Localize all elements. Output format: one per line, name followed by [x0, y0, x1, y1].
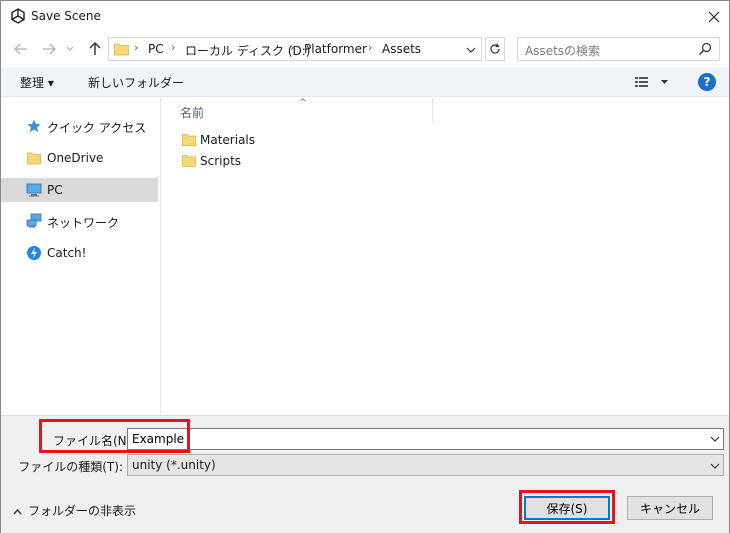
save-scene-dialog: Save Scene › PC › ローカル ディスク (D:) › Platf	[0, 0, 730, 533]
filetype-value: unity (*.unity)	[132, 458, 216, 472]
chevron-down-icon[interactable]	[63, 38, 77, 60]
sidebar-item-network[interactable]: ネットワーク	[1, 209, 158, 233]
chevron-right-icon: ›	[368, 41, 373, 54]
navigation-pane: クイック アクセス OneDrive PC ネットワーク Catch!	[1, 98, 161, 414]
breadcrumb-assets[interactable]: Assets	[382, 42, 421, 56]
breadcrumb-platformer[interactable]: Platformer	[304, 42, 367, 56]
refresh-icon[interactable]	[485, 37, 505, 61]
new-folder-button[interactable]: 新しいフォルダー	[88, 74, 184, 91]
view-options-icon[interactable]	[634, 75, 668, 89]
file-list[interactable]: 名前 ^ Materials Scripts	[162, 98, 729, 414]
list-item[interactable]: Materials	[180, 130, 380, 150]
computer-icon	[26, 182, 42, 198]
catch-app-icon	[26, 245, 42, 261]
search-placeholder: Assetsの検索	[525, 44, 601, 58]
close-icon[interactable]	[701, 5, 727, 29]
unity-logo-icon	[10, 8, 26, 24]
file-name: Materials	[200, 133, 256, 147]
hide-folders-label: フォルダーの非表示	[28, 504, 137, 518]
chevron-down-icon	[709, 460, 721, 472]
list-item[interactable]: Scripts	[180, 151, 380, 171]
title-bar: Save Scene	[1, 1, 729, 32]
sidebar-item-label: ネットワーク	[47, 216, 120, 230]
arrow-up-icon[interactable]	[85, 38, 105, 60]
sidebar-item-catch[interactable]: Catch!	[1, 241, 158, 265]
column-divider[interactable]	[432, 98, 433, 123]
chevron-right-icon: ›	[134, 41, 139, 54]
arrow-left-icon[interactable]	[11, 38, 31, 60]
command-bar: 整理 ▾ 新しいフォルダー ?	[1, 67, 729, 97]
chevron-right-icon: ›	[171, 41, 176, 54]
chevron-up-icon	[13, 504, 22, 518]
network-icon	[26, 213, 42, 229]
column-header-name[interactable]: 名前	[180, 104, 204, 121]
filename-label: ファイル名(N):	[53, 434, 136, 448]
filetype-select[interactable]: unity (*.unity)	[127, 454, 724, 476]
address-bar[interactable]: › PC › ローカル ディスク (D:) › Platformer › Ass…	[108, 37, 482, 61]
search-icon[interactable]	[698, 42, 712, 56]
filetype-label: ファイルの種類(T):	[18, 460, 123, 474]
chevron-right-icon: ›	[290, 41, 295, 54]
window-title: Save Scene	[31, 9, 101, 23]
cancel-button[interactable]: キャンセル	[627, 496, 713, 520]
help-icon[interactable]: ?	[698, 73, 716, 91]
folder-icon	[26, 150, 42, 166]
save-button[interactable]: 保存(S)	[524, 496, 610, 520]
arrow-right-icon[interactable]	[39, 38, 59, 60]
sort-ascending-icon: ^	[299, 98, 307, 108]
sidebar-item-label: PC	[47, 183, 63, 197]
sidebar-item-quick-access[interactable]: クイック アクセス	[1, 114, 158, 138]
hide-folders-toggle[interactable]: フォルダーの非表示	[13, 502, 136, 519]
chevron-down-icon[interactable]	[465, 44, 477, 56]
star-icon	[26, 118, 42, 134]
folder-icon	[114, 42, 129, 56]
sidebar-item-pc[interactable]: PC	[1, 178, 158, 202]
navigation-bar: › PC › ローカル ディスク (D:) › Platformer › Ass…	[1, 34, 729, 64]
sidebar-item-label: クイック アクセス	[47, 121, 147, 135]
search-field[interactable]: Assetsの検索	[517, 37, 720, 61]
folder-icon	[182, 154, 196, 167]
save-form: ファイル名(N): ファイルの種類(T): unity (*.unity) フォ…	[1, 415, 729, 533]
sidebar-item-label: Catch!	[47, 246, 87, 260]
folder-icon	[182, 133, 196, 146]
sidebar-item-label: OneDrive	[47, 151, 104, 165]
organize-button[interactable]: 整理 ▾	[20, 74, 54, 91]
filename-input[interactable]	[127, 428, 724, 450]
sidebar-item-onedrive[interactable]: OneDrive	[1, 146, 158, 170]
breadcrumb-pc[interactable]: PC	[148, 42, 164, 56]
file-name: Scripts	[200, 154, 242, 168]
